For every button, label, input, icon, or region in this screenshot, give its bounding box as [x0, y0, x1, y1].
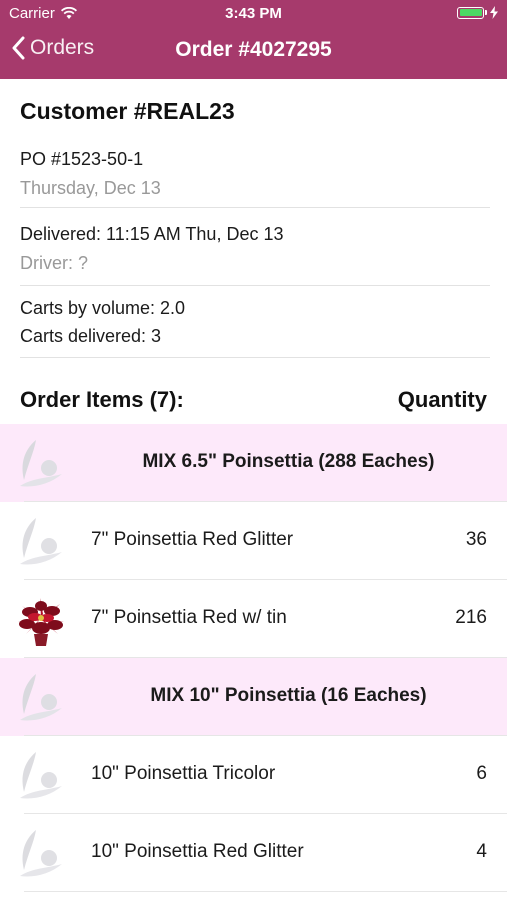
battery-icon — [457, 6, 498, 19]
item-label: 7" Poinsettia Red Glitter — [91, 529, 294, 550]
item-label: 10" Poinsettia Red Glitter — [91, 841, 304, 862]
group-label: MIX 6.5" Poinsettia (288 Eaches) — [142, 451, 435, 472]
group-row[interactable]: MIX 6.5" Poinsettia (288 Eaches) — [0, 424, 507, 502]
placeholder-plant-icon — [20, 674, 62, 721]
carts-by-volume: Carts by volume: 2.0 — [20, 298, 186, 318]
item-quantity: 4 — [476, 841, 487, 862]
placeholder-plant-icon — [20, 440, 62, 487]
item-label: 7" Poinsettia Red w/ tin — [91, 607, 287, 628]
order-date: Thursday, Dec 13 — [20, 178, 161, 198]
group-label: MIX 10" Poinsettia (16 Eaches) — [150, 685, 427, 706]
navigation-header: Carrier 3:43 PM Orders Order #4027295 — [0, 0, 507, 79]
list-item[interactable]: 7" Poinsettia Red w/ tin 216 — [0, 580, 507, 658]
list-item[interactable]: 10" Poinsettia Red Glitter 4 — [0, 814, 507, 892]
divider — [20, 357, 490, 358]
delivered-info: Delivered: 11:15 AM Thu, Dec 13 — [20, 224, 284, 244]
item-quantity: 36 — [465, 529, 487, 550]
order-items-heading: Order Items (7): — [20, 387, 184, 412]
item-quantity: 216 — [455, 607, 487, 628]
row-separator — [24, 891, 507, 892]
status-bar: Carrier 3:43 PM — [0, 0, 507, 28]
item-quantity: 6 — [476, 763, 487, 784]
placeholder-plant-icon — [20, 752, 62, 799]
carts-delivered: Carts delivered: 3 — [20, 326, 162, 346]
placeholder-plant-icon — [20, 518, 62, 565]
divider — [20, 207, 490, 208]
placeholder-plant-icon — [20, 830, 62, 877]
po-number: PO #1523-50-1 — [20, 149, 144, 169]
divider — [20, 285, 490, 286]
item-label: 10" Poinsettia Tricolor — [91, 763, 276, 784]
page-title: Order #4027295 — [175, 38, 332, 61]
quantity-heading: Quantity — [397, 387, 487, 412]
status-time: 3:43 PM — [225, 5, 282, 22]
list-item[interactable]: 7" Poinsettia Red Glitter 36 — [0, 502, 507, 580]
nav-bar: Orders Order #4027295 — [0, 30, 507, 74]
group-row[interactable]: MIX 10" Poinsettia (16 Eaches) — [0, 658, 507, 736]
customer-title: Customer #REAL23 — [20, 98, 235, 124]
driver-info: Driver: ? — [20, 253, 89, 273]
poinsettia-photo — [18, 598, 64, 646]
charging-bolt-icon — [490, 6, 498, 19]
list-item[interactable]: 10" Poinsettia Tricolor 6 — [0, 736, 507, 814]
